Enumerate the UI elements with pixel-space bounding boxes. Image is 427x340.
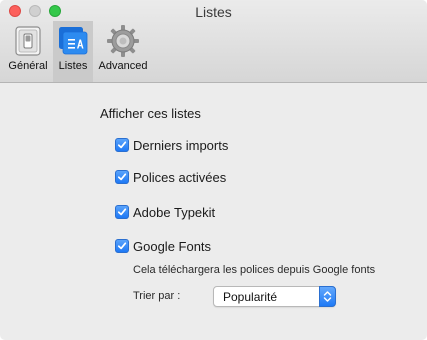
checkbox-polices-activees[interactable]: Polices activées [115,169,226,185]
toolbar-item-listes[interactable]: Listes [53,21,93,82]
sort-select-value: Popularité [223,290,278,304]
checkbox-adobe-typekit[interactable]: Adobe Typekit [115,204,215,220]
toolbar-item-label: Général [8,60,48,72]
checkbox-label: Google Fonts [133,238,212,254]
checkbox-label: Polices activées [133,169,227,185]
toolbar-item-advanced[interactable]: Advanced [95,21,151,82]
checkmark-icon[interactable] [115,138,129,152]
listes-pane: Afficher ces listes Derniers imports Pol… [0,83,427,340]
window-toolbar: Listes Général Listes Advanced [0,0,427,83]
checkbox-derniers-imports[interactable]: Derniers imports [115,137,228,153]
sort-select[interactable]: Popularité [213,286,336,307]
checkbox-label: Adobe Typekit [133,204,216,220]
toolbar-item-label: Advanced [98,60,148,72]
google-fonts-note: Cela téléchargera les polices depuis Goo… [133,264,376,276]
toolbar-item-general[interactable]: Général [4,21,52,82]
checkmark-icon[interactable] [115,205,129,219]
window-title: Listes [195,4,232,20]
preferences-window: Listes Général Listes Advanced Afficher … [0,0,427,340]
checkbox-label: Derniers imports [133,137,229,153]
checkbox-google-fonts[interactable]: Google Fonts [115,238,211,254]
checkmark-icon[interactable] [115,239,129,253]
gear-icon [106,24,140,58]
toolbar-item-label: Listes [58,60,88,72]
chevron-up-down-icon[interactable] [319,286,336,307]
switch-icon [11,24,45,58]
checkmark-icon[interactable] [115,170,129,184]
section-title: Afficher ces listes [100,106,201,121]
sort-label: Trier par : [133,290,181,302]
list-icon [56,24,90,58]
